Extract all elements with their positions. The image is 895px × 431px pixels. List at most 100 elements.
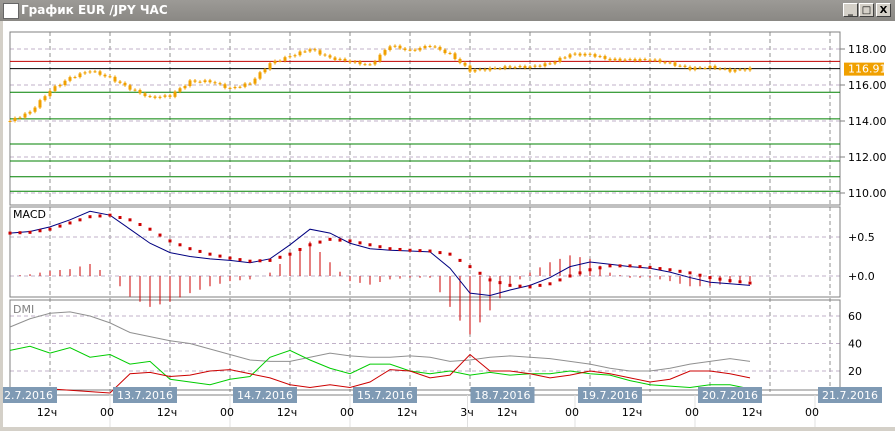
candle — [498, 68, 502, 70]
macd-signal-point — [658, 267, 662, 271]
macd-signal-point — [28, 230, 32, 234]
minimize-button[interactable]: _ — [843, 3, 858, 17]
macd-signal-point — [128, 218, 132, 222]
macd-signal-point — [298, 247, 302, 251]
macd-signal-point — [448, 252, 452, 256]
candle — [278, 60, 282, 62]
macd-signal-point — [368, 243, 372, 247]
candle — [458, 58, 462, 63]
hour-label: 00 — [100, 406, 114, 419]
macd-signal-point — [148, 227, 152, 231]
candle — [263, 69, 267, 73]
hour-label: 00 — [805, 406, 819, 419]
dmi-axis-label: 40 — [848, 338, 862, 351]
candle — [653, 59, 657, 61]
candle — [318, 50, 322, 55]
candle — [43, 96, 47, 101]
candle — [8, 121, 12, 122]
candle — [493, 67, 497, 69]
macd-signal-point — [218, 254, 222, 258]
date-label: 13.7.2016 — [117, 389, 173, 402]
candle — [663, 62, 667, 64]
candle — [348, 60, 352, 63]
hour-label: 00 — [685, 406, 699, 419]
candle — [373, 61, 377, 65]
candle — [428, 46, 432, 48]
macd-signal-point — [498, 281, 502, 285]
candle — [683, 65, 687, 67]
candle — [748, 67, 752, 71]
candle — [633, 59, 637, 61]
candle — [528, 66, 532, 69]
candle — [628, 59, 632, 61]
chart-window: График EUR /JPY ЧАС _ □ X 118.00 116.00 11… — [0, 0, 895, 427]
candle — [408, 49, 412, 51]
macd-signal-point — [88, 215, 92, 219]
candle — [503, 66, 507, 69]
candle — [403, 48, 407, 50]
candle — [593, 54, 597, 57]
candle — [478, 69, 482, 71]
macd-signal-point — [398, 247, 402, 251]
candle — [213, 82, 217, 84]
candle — [563, 57, 567, 59]
candle — [368, 64, 372, 66]
candle — [443, 49, 447, 54]
macd-signal-point — [8, 231, 12, 235]
hour-label: 12ч — [497, 406, 518, 419]
candle — [413, 49, 417, 51]
candle — [33, 107, 37, 112]
macd-signal-point — [478, 271, 482, 275]
candle — [13, 117, 17, 121]
candle — [713, 65, 717, 69]
macd-signal-point — [178, 243, 182, 247]
dmi-label: DMI — [13, 303, 34, 316]
candle — [553, 61, 557, 64]
candle — [453, 53, 457, 59]
candle — [603, 56, 607, 59]
candle — [508, 66, 512, 68]
candle — [358, 61, 362, 65]
candle — [338, 58, 342, 60]
candle — [148, 96, 152, 98]
candle — [698, 67, 702, 69]
candle — [558, 57, 562, 62]
candle — [393, 45, 397, 47]
macd-signal-point — [278, 255, 282, 259]
macd-signal-point — [508, 283, 512, 287]
macd-signal-point — [258, 259, 262, 263]
macd-signal-point — [528, 285, 532, 289]
price-axis-label: 114.00 — [848, 115, 887, 128]
candle — [353, 61, 357, 63]
candle — [153, 96, 157, 98]
close-button[interactable]: X — [876, 3, 891, 17]
macd-signal-point — [68, 221, 72, 225]
candle — [88, 71, 92, 73]
maximize-button[interactable]: □ — [859, 3, 874, 17]
candle — [163, 95, 167, 97]
candle — [38, 100, 42, 108]
date-label: 19.7.2016 — [582, 389, 638, 402]
title-bar[interactable]: График EUR /JPY ЧАС _ □ X — [0, 0, 895, 21]
macd-signal-point — [708, 276, 712, 280]
chart-canvas[interactable]: 118.00 116.00 114.00 112.00 110.00 +0.5 +0.0 60… — [0, 21, 895, 427]
candle — [83, 72, 87, 74]
candle — [388, 46, 392, 51]
candle — [518, 66, 522, 68]
candle — [608, 58, 612, 61]
candle — [378, 54, 382, 62]
price-axis-label: 116.00 — [848, 79, 887, 92]
candle — [128, 85, 132, 90]
macd-label: MACD — [13, 208, 46, 221]
hour-label: 00 — [220, 406, 234, 419]
candle — [383, 50, 387, 55]
candle — [538, 65, 542, 67]
date-label: 20.7.2016 — [702, 389, 758, 402]
candle — [108, 76, 112, 78]
macd-signal-point — [618, 264, 622, 268]
macd-signal-point — [718, 277, 722, 281]
current-price-label: 116.91 — [848, 63, 887, 76]
hour-label: 12ч — [742, 406, 763, 419]
macd-signal-point — [158, 233, 162, 237]
macd-axis-label: +0.5 — [848, 231, 875, 244]
